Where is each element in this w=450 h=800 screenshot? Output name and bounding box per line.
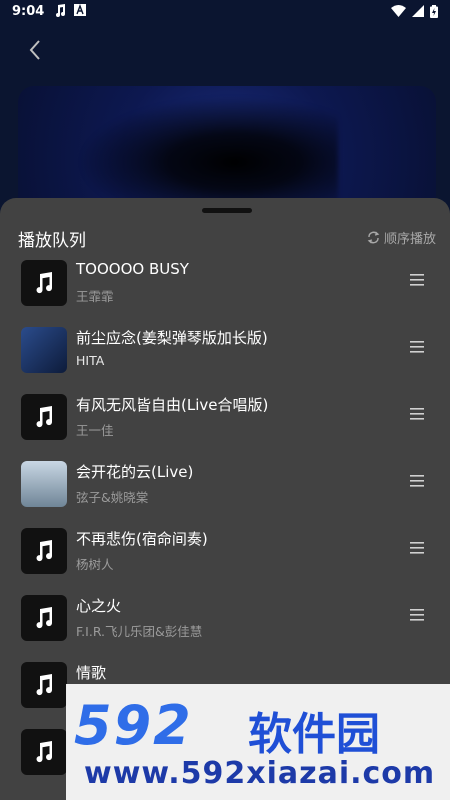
repeat-icon: [367, 231, 380, 244]
drag-menu-icon: [410, 408, 424, 420]
status-bar: 9:04: [0, 0, 450, 22]
drag-menu-icon: [410, 542, 424, 554]
back-button[interactable]: [24, 38, 48, 62]
song-title: 会开花的云(Live): [76, 463, 194, 481]
reorder-handle[interactable]: [410, 406, 424, 420]
play-order-button[interactable]: 顺序播放: [367, 228, 436, 247]
battery-icon: [430, 4, 438, 18]
queue-item[interactable]: TOOOOO BUSY 王霏霏: [0, 256, 450, 323]
reorder-handle[interactable]: [410, 540, 424, 554]
album-thumbnail: [21, 595, 67, 641]
watermark-logo: 592: [74, 694, 193, 757]
song-artist: 王霏霏: [76, 289, 114, 304]
watermark: 592 软件园 www.592xiazai.com: [66, 684, 450, 800]
queue-title: 播放队列: [18, 231, 86, 251]
song-title: 心之火: [76, 597, 122, 615]
watermark-name: 软件园: [248, 709, 380, 760]
album-thumbnail: [21, 662, 67, 708]
song-title: 前尘应念(姜梨弹琴版加长版): [76, 329, 268, 347]
app-notification-icon: [74, 4, 87, 16]
queue-item[interactable]: 有风无风皆自由(Live合唱版) 王一佳: [0, 390, 450, 457]
music-note-icon: [56, 4, 66, 17]
album-thumbnail: [21, 729, 67, 775]
album-thumbnail: [21, 394, 67, 440]
queue-item[interactable]: 心之火 F.I.R.飞儿乐团&彭佳慧: [0, 591, 450, 658]
watermark-url: www.592xiazai.com: [84, 756, 436, 791]
music-note-icon: [36, 540, 53, 562]
signal-icon: [412, 5, 424, 17]
chevron-left-icon: [29, 40, 40, 60]
music-note-icon: [36, 406, 53, 428]
queue-item[interactable]: 前尘应念(姜梨弹琴版加长版) HITA: [0, 323, 450, 390]
album-thumbnail: [21, 260, 67, 306]
play-order-label: 顺序播放: [383, 232, 436, 247]
reorder-handle[interactable]: [410, 272, 424, 286]
music-note-icon: [36, 674, 53, 696]
drag-menu-icon: [410, 341, 424, 353]
song-artist: F.I.R.飞儿乐团&彭佳慧: [76, 624, 203, 639]
music-note-icon: [36, 607, 53, 629]
song-artist: 杨树人: [76, 557, 114, 572]
song-artist: HITA: [76, 353, 105, 368]
music-note-icon: [36, 272, 53, 294]
song-title: 有风无风皆自由(Live合唱版): [76, 396, 269, 414]
drag-menu-icon: [410, 609, 424, 621]
song-title: 情歌: [76, 664, 107, 682]
song-title: 不再悲伤(宿命间奏): [76, 530, 208, 548]
reorder-handle[interactable]: [410, 607, 424, 621]
song-title: TOOOOO BUSY: [76, 260, 189, 278]
wifi-icon: [391, 5, 406, 17]
album-thumbnail: [21, 461, 67, 507]
song-artist: 弦子&姚晓棠: [76, 490, 149, 505]
drag-handle[interactable]: [202, 208, 252, 213]
drag-menu-icon: [410, 475, 424, 487]
queue-item[interactable]: 不再悲伤(宿命间奏) 杨树人: [0, 524, 450, 591]
status-time: 9:04: [12, 3, 45, 19]
reorder-handle[interactable]: [410, 339, 424, 353]
reorder-handle[interactable]: [410, 473, 424, 487]
song-artist: 王一佳: [76, 423, 114, 438]
album-thumbnail: [21, 528, 67, 574]
music-note-icon: [36, 741, 53, 763]
drag-menu-icon: [410, 274, 424, 286]
queue-item[interactable]: 会开花的云(Live) 弦子&姚晓棠: [0, 457, 450, 524]
album-thumbnail: [21, 327, 67, 373]
